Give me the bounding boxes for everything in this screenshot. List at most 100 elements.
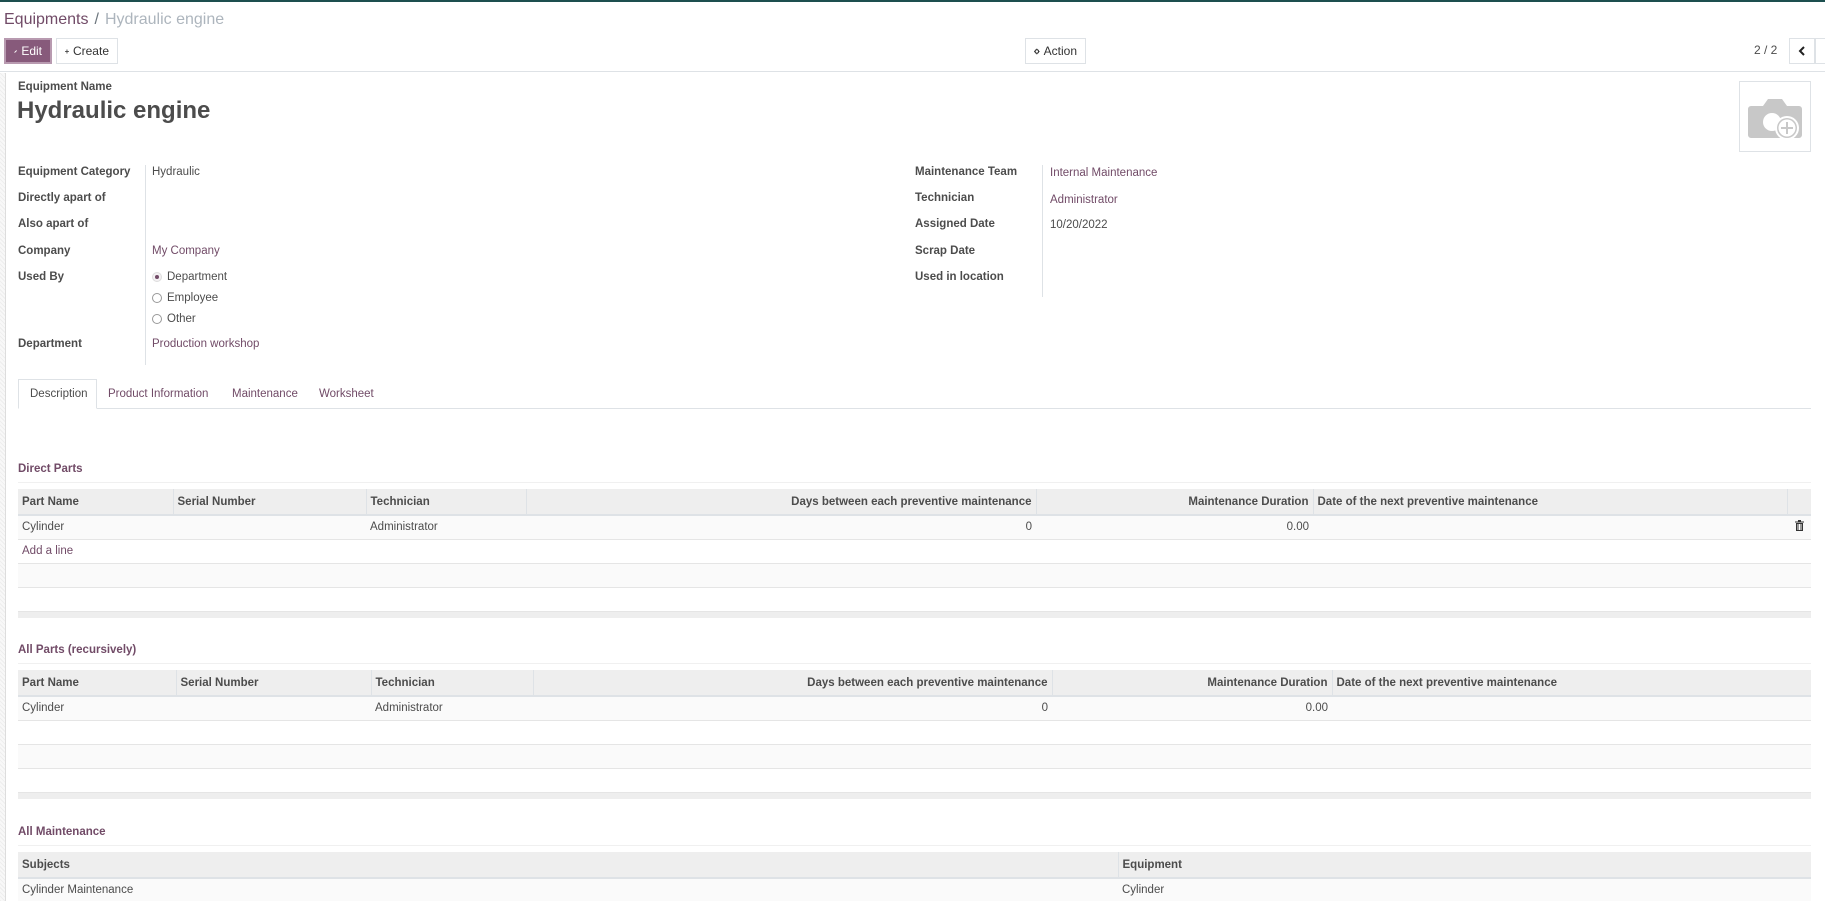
column-header[interactable]: Serial Number	[173, 489, 367, 516]
empty-row	[18, 563, 1811, 588]
part-name-cell: Cylinder	[18, 515, 173, 540]
table-row[interactable]: Cylinder Administrator 0 0.00	[18, 515, 1811, 540]
column-header[interactable]: Date of the next preventive maintenance	[1332, 670, 1811, 697]
column-header[interactable]: Days between each preventive maintenance	[526, 489, 1037, 516]
duration-cell: 0.00	[1052, 696, 1332, 721]
department-label: Department	[18, 338, 82, 350]
days-cell: 0	[526, 515, 1036, 540]
technician-cell: Administrator	[366, 515, 526, 540]
radio-unchecked-icon	[152, 293, 162, 303]
add-a-line-link[interactable]: Add a line	[22, 545, 73, 557]
tab-maintenance[interactable]: Maintenance	[221, 379, 309, 409]
delete-row-button[interactable]	[1787, 515, 1811, 540]
technician-link[interactable]: Administrator	[1050, 194, 1118, 206]
notebook-tabs: Description Product Information Maintena…	[18, 379, 1811, 409]
pager-previous-button[interactable]	[1789, 38, 1815, 64]
column-header[interactable]: Equipment	[1118, 852, 1811, 879]
directly-apart-of-label: Directly apart of	[18, 192, 106, 204]
equipment-name-title: Hydraulic engine	[17, 97, 211, 124]
equipment-category-label: Equipment Category	[18, 166, 131, 178]
empty-row	[18, 744, 1811, 769]
control-panel: Equipments / Hydraulic engine Edit Create …	[0, 2, 1825, 72]
table-header-row: Part Name Serial Number Technician Days …	[18, 670, 1811, 697]
table-row[interactable]: Cylinder Maintenance Cylinder	[18, 878, 1811, 901]
empty-row	[18, 720, 1811, 745]
breadcrumb: Equipments / Hydraulic engine	[4, 11, 224, 29]
breadcrumb-equipments-link[interactable]: Equipments	[4, 11, 89, 28]
used-by-employee-radio[interactable]: Employee	[152, 292, 218, 304]
column-header[interactable]: Maintenance Duration	[1052, 670, 1333, 697]
column-header[interactable]: Part Name	[18, 489, 174, 516]
column-header[interactable]: Part Name	[18, 670, 177, 697]
part-name-cell: Cylinder	[18, 696, 176, 721]
department-link[interactable]: Production workshop	[152, 338, 259, 350]
section-separator	[18, 845, 1811, 846]
technician-label: Technician	[915, 192, 975, 204]
radio-checked-icon	[152, 272, 162, 282]
maintenance-team-link[interactable]: Internal Maintenance	[1050, 167, 1157, 179]
assigned-date-value: 10/20/2022	[1050, 219, 1108, 231]
breadcrumb-separator: /	[94, 11, 99, 28]
action-label: Action	[1043, 44, 1077, 58]
next-date-cell	[1313, 515, 1787, 540]
company-label: Company	[18, 245, 71, 257]
column-header[interactable]: Technician	[366, 489, 527, 516]
pencil-icon	[14, 49, 17, 53]
column-header[interactable]: Serial Number	[176, 670, 372, 697]
all-parts-title: All Parts (recursively)	[18, 644, 137, 656]
column-header[interactable]: Days between each preventive maintenance	[533, 670, 1053, 697]
column-header[interactable]: Maintenance Duration	[1036, 489, 1314, 516]
assigned-date-label: Assigned Date	[915, 218, 995, 230]
used-by-other-radio[interactable]: Other	[152, 313, 196, 325]
technician-cell: Administrator	[371, 696, 533, 721]
all-maintenance-title: All Maintenance	[18, 826, 106, 838]
radio-unchecked-icon	[152, 314, 162, 324]
image-upload[interactable]	[1739, 81, 1811, 152]
column-header[interactable]: Date of the next preventive maintenance	[1313, 489, 1788, 516]
chevron-left-icon	[1798, 46, 1805, 56]
duration-cell: 0.00	[1036, 515, 1313, 540]
column-header[interactable]: Subjects	[18, 852, 1119, 879]
edit-label: Edit	[21, 44, 42, 58]
gear-icon	[1034, 48, 1040, 54]
used-by-department-label: Department	[167, 271, 228, 283]
direct-parts-title: Direct Parts	[18, 463, 83, 475]
maintenance-team-label: Maintenance Team	[915, 166, 1018, 178]
left-group-divider	[145, 165, 146, 365]
all-maintenance-table: Subjects Equipment Cylinder Maintenance …	[18, 852, 1811, 901]
table-footer	[18, 611, 1811, 618]
breadcrumb-current: Hydraulic engine	[104, 11, 225, 28]
table-header-row: Part Name Serial Number Technician Days …	[18, 489, 1811, 516]
camera-add-icon	[1748, 98, 1802, 140]
serial-number-cell	[176, 696, 371, 721]
pager-value: 2 / 2	[1754, 43, 1778, 57]
empty-row	[18, 768, 1811, 793]
action-button[interactable]: Action	[1025, 38, 1086, 64]
table-row[interactable]: Cylinder Administrator 0 0.00	[18, 696, 1811, 721]
tab-product-information[interactable]: Product Information	[97, 379, 219, 409]
all-parts-table: Part Name Serial Number Technician Days …	[18, 670, 1811, 799]
used-by-label: Used By	[18, 271, 65, 283]
scrap-date-label: Scrap Date	[915, 245, 976, 257]
pager-next-button[interactable]	[1815, 38, 1825, 64]
used-by-department-radio[interactable]: Department	[152, 271, 227, 283]
company-link[interactable]: My Company	[152, 245, 220, 257]
add-line-row: Add a line	[18, 539, 1811, 564]
right-group-divider	[1042, 165, 1043, 297]
days-cell: 0	[533, 696, 1052, 721]
also-apart-of-label: Also apart of	[18, 218, 89, 230]
tab-description[interactable]: Description	[18, 379, 97, 409]
create-button[interactable]: Create	[56, 38, 118, 64]
edit-button[interactable]: Edit	[4, 38, 52, 64]
table-footer	[18, 792, 1811, 799]
serial-number-cell	[173, 515, 366, 540]
column-header-actions	[1787, 489, 1811, 516]
tab-worksheet[interactable]: Worksheet	[308, 379, 385, 409]
used-in-location-label: Used in location	[915, 271, 1004, 283]
table-header-row: Subjects Equipment	[18, 852, 1811, 879]
column-header[interactable]: Technician	[371, 670, 534, 697]
create-label: Create	[72, 44, 109, 58]
equipment-name-label: Equipment Name	[18, 81, 112, 93]
trash-icon	[1794, 520, 1804, 532]
used-by-employee-label: Employee	[167, 292, 219, 304]
